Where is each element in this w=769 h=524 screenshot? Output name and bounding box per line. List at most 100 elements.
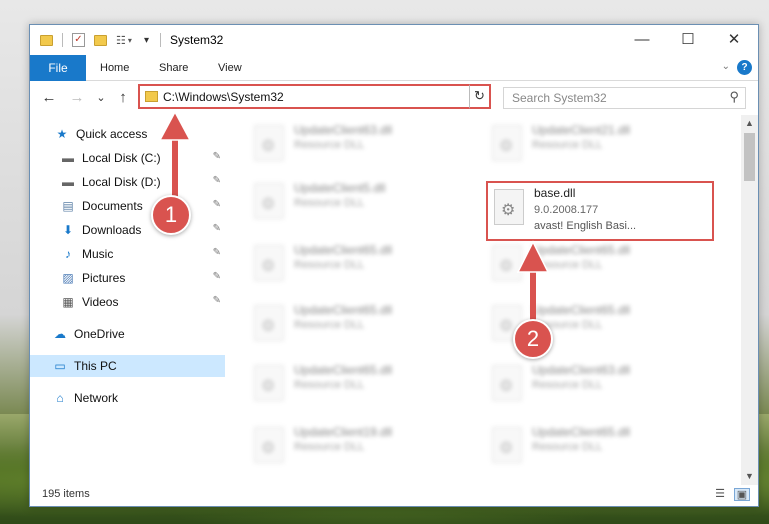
file-name: UpdateClient63.dll xyxy=(532,363,631,377)
file-name: UpdateClient65.dll xyxy=(294,303,393,317)
title-bar: ✓ ☷ ▾ ▾ System32 — ☐ ✕ xyxy=(30,25,758,55)
pin-icon[interactable]: ✎ xyxy=(213,223,221,234)
scroll-down-icon[interactable]: ▼ xyxy=(741,468,758,485)
recent-locations-button[interactable]: ⌄ xyxy=(92,89,110,107)
tab-home[interactable]: Home xyxy=(100,55,129,81)
cloud-icon: ☁ xyxy=(54,327,66,341)
dll-file-icon xyxy=(254,427,284,463)
refresh-button[interactable]: ↻ xyxy=(469,84,491,109)
properties-button[interactable]: ✓ xyxy=(72,32,85,48)
sidebar-item-network[interactable]: ⌂ Network xyxy=(30,387,225,409)
pin-icon[interactable]: ✎ xyxy=(213,199,221,210)
network-icon: ⌂ xyxy=(56,391,64,405)
dll-file-icon xyxy=(254,305,284,341)
pin-icon[interactable]: ✎ xyxy=(213,175,221,186)
file-item-base-dll[interactable]: base.dll 9.0.2008.177 avast! English Bas… xyxy=(486,181,714,241)
status-bar: 195 items ☰ ▣ xyxy=(30,484,758,506)
file-description: Resource DLL xyxy=(294,441,365,453)
file-description: Resource DLL xyxy=(294,319,365,331)
toolbar-dropdown-button[interactable]: ▾ xyxy=(144,32,149,48)
checkmark-icon: ✓ xyxy=(72,33,85,47)
sidebar-item-documents[interactable]: ▤ Documents ✎ xyxy=(30,195,225,217)
new-folder-button[interactable] xyxy=(94,32,107,48)
explorer-window: ✓ ☷ ▾ ▾ System32 — ☐ ✕ File Home Share Vi… xyxy=(29,24,759,507)
sidebar-item-this-pc[interactable]: ▭ This PC xyxy=(30,355,225,377)
pin-icon[interactable]: ✎ xyxy=(213,271,221,282)
download-icon: ⬇ xyxy=(62,223,74,237)
sidebar-item-videos[interactable]: ▦ Videos ✎ xyxy=(30,291,225,313)
sidebar-item-label: Network xyxy=(74,391,119,405)
sidebar-item-onedrive[interactable]: ☁ OneDrive xyxy=(30,323,225,345)
large-icons-view-button[interactable]: ▣ xyxy=(734,488,750,501)
sidebar-item-music[interactable]: ♪ Music ✎ xyxy=(30,243,225,265)
sidebar-item-downloads[interactable]: ⬇ Downloads ✎ xyxy=(30,219,225,241)
dll-file-icon xyxy=(492,125,522,161)
file-item[interactable]: UpdateClient65.dll Resource DLL xyxy=(482,421,702,473)
file-item[interactable]: UpdateClient65.dll Resource DLL xyxy=(482,239,702,291)
file-description: Resource DLL xyxy=(532,379,603,391)
sidebar-item-label: Downloads xyxy=(82,223,142,237)
drive-icon: ▬ xyxy=(62,175,74,189)
sidebar-item-label: Quick access xyxy=(76,127,148,141)
file-item[interactable]: UpdateClient21.dll Resource DLL xyxy=(482,119,702,171)
file-item[interactable]: UpdateClient63.dll Resource DLL xyxy=(482,359,702,411)
tab-share[interactable]: Share xyxy=(159,55,188,81)
chevron-down-icon: ▾ xyxy=(144,34,150,46)
sidebar-item-label: Videos xyxy=(82,295,119,309)
pictures-icon: ▨ xyxy=(62,271,74,285)
file-name: UpdateClient63.dll xyxy=(294,123,393,137)
videos-icon: ▦ xyxy=(62,295,74,309)
vertical-scrollbar[interactable]: ▲ ▼ xyxy=(741,115,758,485)
pin-icon[interactable]: ✎ xyxy=(213,151,221,162)
folder-icon xyxy=(145,91,158,102)
search-placeholder: Search System32 xyxy=(512,91,607,105)
scroll-up-icon[interactable]: ▲ xyxy=(741,115,758,132)
pin-icon[interactable]: ✎ xyxy=(213,247,221,258)
dll-file-icon xyxy=(254,125,284,161)
details-view-button[interactable]: ☰ xyxy=(712,488,728,501)
scrollbar-thumb[interactable] xyxy=(744,133,755,181)
tab-file[interactable]: File xyxy=(30,55,86,81)
sidebar-item-quick-access[interactable]: ★ Quick access xyxy=(30,123,225,145)
pin-icon[interactable]: ✎ xyxy=(213,295,221,306)
file-description: Resource DLL xyxy=(532,259,603,271)
close-button[interactable]: ✕ xyxy=(711,25,757,55)
customize-toolbar-button[interactable]: ☷ ▾ xyxy=(116,32,132,48)
sidebar-item-pictures[interactable]: ▨ Pictures ✎ xyxy=(30,267,225,289)
minimize-button[interactable]: — xyxy=(619,25,665,55)
file-description: Resource DLL xyxy=(294,259,365,271)
ribbon: File Home Share View ⌄ ? xyxy=(30,55,758,81)
sidebar-item-local-disk-d[interactable]: ▬ Local Disk (D:) ✎ xyxy=(30,171,225,193)
maximize-button[interactable]: ☐ xyxy=(665,25,711,55)
file-description: Resource DLL xyxy=(294,139,365,151)
file-item[interactable]: UpdateClient19.dll Resource DLL xyxy=(244,421,464,473)
file-item[interactable]: UpdateClient63.dll Resource DLL xyxy=(244,119,464,171)
star-icon: ★ xyxy=(56,127,68,141)
up-button[interactable]: ↑ xyxy=(114,89,132,107)
file-name: UpdateClient21.dll xyxy=(532,123,631,137)
address-bar[interactable]: C:\Windows\System32 ⌄ xyxy=(138,84,490,109)
sidebar-item-local-disk-c[interactable]: ▬ Local Disk (C:) ✎ xyxy=(30,147,225,169)
divider xyxy=(160,33,161,47)
music-icon: ♪ xyxy=(65,247,71,261)
sidebar-item-label: Local Disk (C:) xyxy=(82,151,161,165)
folder-icon xyxy=(40,32,53,48)
file-item[interactable]: UpdateClient5.dll Resource DLL xyxy=(244,177,464,229)
file-version: 9.0.2008.177 xyxy=(534,204,599,216)
file-name: base.dll xyxy=(534,186,576,200)
chevron-down-icon: ▾ xyxy=(127,35,132,45)
file-item[interactable]: UpdateClient65.dll Resource DLL xyxy=(244,359,464,411)
file-item[interactable]: UpdateClient65.dll Resource DLL xyxy=(244,239,464,291)
sidebar-item-label: OneDrive xyxy=(74,327,125,341)
forward-button[interactable]: → xyxy=(68,89,86,107)
file-description: Resource DLL xyxy=(294,379,365,391)
list-icon: ☷ xyxy=(116,34,126,47)
file-description: Resource DLL xyxy=(532,139,603,151)
expand-ribbon-icon[interactable]: ⌄ xyxy=(722,61,730,72)
file-item[interactable]: UpdateClient65.dll Resource DLL xyxy=(244,299,464,351)
tab-view[interactable]: View xyxy=(218,55,242,81)
search-input[interactable]: Search System32 ⚲ xyxy=(503,87,746,109)
back-button[interactable]: ← xyxy=(40,89,58,107)
help-icon[interactable]: ? xyxy=(737,60,752,75)
dll-file-icon xyxy=(254,365,284,401)
